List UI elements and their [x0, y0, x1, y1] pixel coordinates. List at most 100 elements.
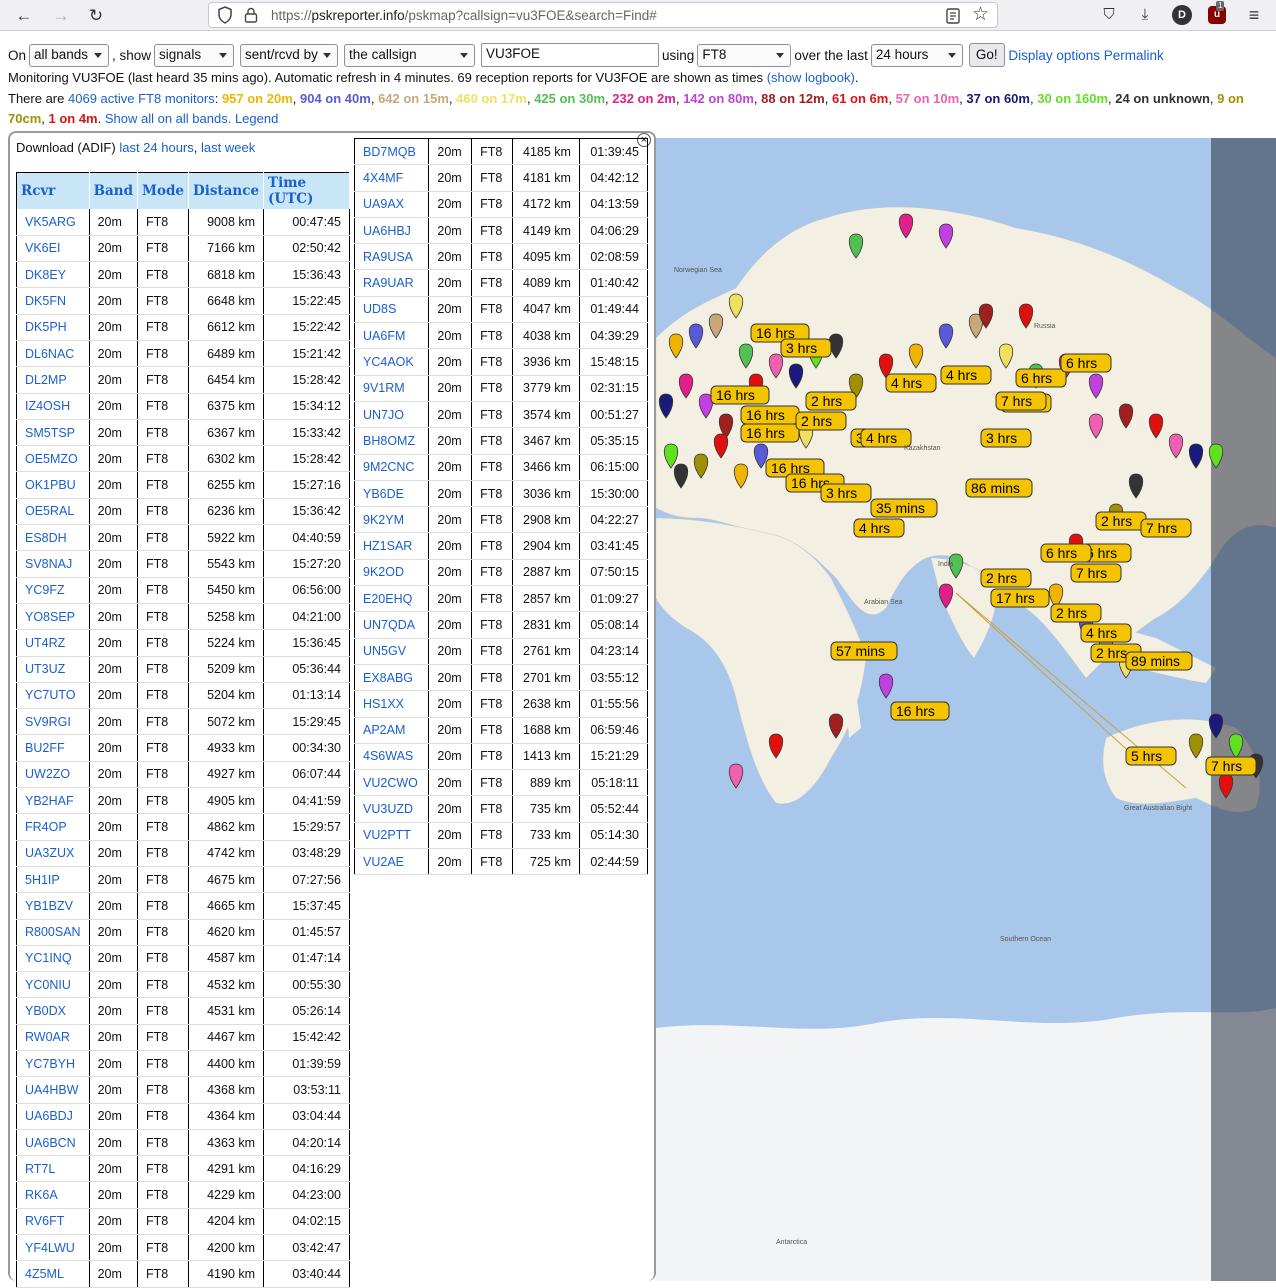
- permalink-link[interactable]: Permalink: [1104, 48, 1164, 63]
- period-select[interactable]: 24 hours: [870, 43, 963, 67]
- rcvr-callsign-link[interactable]: AP2AM: [363, 723, 405, 737]
- time-label[interactable]: 2 hrs: [795, 411, 847, 431]
- rcvr-callsign-link[interactable]: VU2PTT: [363, 828, 411, 842]
- time-label[interactable]: 16 hrs: [740, 405, 800, 425]
- col-rcvr[interactable]: Rcvr: [16, 172, 90, 209]
- rcvr-callsign-link[interactable]: IZ4OSH: [25, 399, 70, 413]
- rcvr-callsign-link[interactable]: UN7QDA: [363, 618, 415, 632]
- rcvr-callsign-link[interactable]: YC7BYH: [25, 1057, 75, 1071]
- time-label[interactable]: 17 hrs: [990, 588, 1050, 608]
- rcvr-callsign-link[interactable]: OE5MZO: [25, 452, 78, 466]
- rcvr-callsign-link[interactable]: UT3UZ: [25, 662, 65, 676]
- rcvr-callsign-link[interactable]: VU3UZD: [363, 802, 413, 816]
- rcvr-callsign-link[interactable]: UA9AX: [363, 197, 404, 211]
- time-label[interactable]: 5 hrs: [1125, 746, 1177, 766]
- time-label[interactable]: 6 hrs: [1040, 543, 1092, 563]
- reader-view-icon[interactable]: [945, 7, 961, 25]
- time-label[interactable]: 7 hrs: [995, 391, 1047, 411]
- rcvr-callsign-link[interactable]: E20EHQ: [363, 592, 412, 606]
- profile-avatar[interactable]: D: [1172, 5, 1192, 25]
- direction-select[interactable]: sent/rcvd by: [240, 43, 339, 67]
- who-select[interactable]: the callsign: [344, 43, 476, 67]
- rcvr-callsign-link[interactable]: UW2ZO: [25, 767, 70, 781]
- rcvr-callsign-link[interactable]: YC7UTO: [25, 688, 75, 702]
- time-label[interactable]: 7 hrs: [1140, 518, 1192, 538]
- time-label[interactable]: 4 hrs: [940, 365, 992, 385]
- time-label[interactable]: 2 hrs: [1095, 511, 1147, 531]
- rcvr-callsign-link[interactable]: UN7JO: [363, 408, 404, 422]
- rcvr-callsign-link[interactable]: OK1PBU: [25, 478, 76, 492]
- time-label[interactable]: 3 hrs: [980, 428, 1032, 448]
- rcvr-callsign-link[interactable]: OE5RAL: [25, 504, 74, 518]
- mode-select[interactable]: FT8: [697, 43, 792, 67]
- rcvr-callsign-link[interactable]: BU2FF: [25, 741, 65, 755]
- col-band[interactable]: Band: [89, 172, 139, 209]
- rcvr-callsign-link[interactable]: VU2AE: [363, 855, 404, 869]
- bands-select[interactable]: all bands: [29, 43, 110, 67]
- col-distance[interactable]: Distance: [188, 172, 265, 209]
- show-all-bands-link[interactable]: Show all on all bands.: [105, 111, 231, 126]
- rcvr-callsign-link[interactable]: YC1INQ: [25, 951, 72, 965]
- rcvr-callsign-link[interactable]: DK8EY: [25, 268, 66, 282]
- rcvr-callsign-link[interactable]: UA6BCN: [25, 1136, 76, 1150]
- rcvr-callsign-link[interactable]: RA9USA: [363, 250, 413, 264]
- time-label[interactable]: 2 hrs: [1050, 603, 1102, 623]
- rcvr-callsign-link[interactable]: YC4AOK: [363, 355, 414, 369]
- forward-arrow-icon[interactable]: →: [50, 5, 72, 27]
- rcvr-callsign-link[interactable]: RV6FT: [25, 1214, 64, 1228]
- show-logbook-link[interactable]: (show logbook): [767, 70, 855, 85]
- time-label[interactable]: 2 hrs: [805, 391, 857, 411]
- rcvr-callsign-link[interactable]: 5H1IP: [25, 873, 60, 887]
- rcvr-callsign-link[interactable]: SM5TSP: [25, 426, 75, 440]
- download-last-24-link[interactable]: last 24 hours: [119, 140, 193, 155]
- rcvr-callsign-link[interactable]: UA3ZUX: [25, 846, 74, 860]
- time-label[interactable]: 4 hrs: [853, 518, 905, 538]
- download-icon[interactable]: ⤓: [1135, 5, 1155, 25]
- rcvr-callsign-link[interactable]: DL2MP: [25, 373, 67, 387]
- time-label[interactable]: 35 mins: [870, 498, 938, 518]
- back-arrow-icon[interactable]: ←: [13, 5, 35, 27]
- rcvr-callsign-link[interactable]: UA6FM: [363, 329, 405, 343]
- time-label[interactable]: 57 mins: [830, 641, 898, 661]
- time-label[interactable]: 3 hrs: [820, 483, 872, 503]
- rcvr-callsign-link[interactable]: 9K2YM: [363, 513, 404, 527]
- rcvr-callsign-link[interactable]: RK6A: [25, 1188, 58, 1202]
- rcvr-callsign-link[interactable]: YC0NIU: [25, 978, 71, 992]
- callsign-input[interactable]: VU3FOE: [481, 43, 660, 67]
- time-label[interactable]: 86 mins: [965, 478, 1033, 498]
- pocket-icon[interactable]: ⛉: [1099, 5, 1119, 25]
- rcvr-callsign-link[interactable]: 9K2OD: [363, 565, 404, 579]
- rcvr-callsign-link[interactable]: 4Z5ML: [25, 1267, 64, 1281]
- time-label[interactable]: 7 hrs: [1205, 756, 1257, 776]
- time-label[interactable]: 7 hrs: [1070, 563, 1122, 583]
- rcvr-callsign-link[interactable]: UN5GV: [363, 644, 406, 658]
- rcvr-callsign-link[interactable]: R800SAN: [25, 925, 81, 939]
- time-label[interactable]: 89 mins: [1125, 651, 1193, 671]
- rcvr-callsign-link[interactable]: BD7MQB: [363, 145, 416, 159]
- rcvr-callsign-link[interactable]: VK5ARG: [25, 215, 76, 229]
- station-pin[interactable]: [878, 673, 894, 699]
- time-label[interactable]: 4 hrs: [1080, 623, 1132, 643]
- time-label[interactable]: 6 hrs: [1015, 368, 1067, 388]
- menu-hamburger-icon[interactable]: ≡: [1244, 5, 1264, 25]
- rcvr-callsign-link[interactable]: RW0AR: [25, 1030, 70, 1044]
- time-label[interactable]: 6 hrs: [1060, 353, 1112, 373]
- station-pin[interactable]: [728, 763, 744, 789]
- reload-icon[interactable]: ↻: [85, 5, 107, 27]
- bookmark-star-icon[interactable]: ☆: [972, 5, 989, 25]
- rcvr-callsign-link[interactable]: 4X4MF: [363, 171, 403, 185]
- time-label[interactable]: 4 hrs: [885, 373, 937, 393]
- active-monitors-link[interactable]: 4069 active FT8 monitors: [68, 91, 215, 106]
- rcvr-callsign-link[interactable]: UA6BDJ: [25, 1109, 73, 1123]
- rcvr-callsign-link[interactable]: VK6EI: [25, 241, 60, 255]
- rcvr-callsign-link[interactable]: EX8ABG: [363, 671, 413, 685]
- rcvr-callsign-link[interactable]: UA4HBW: [25, 1083, 78, 1097]
- show-select[interactable]: signals: [154, 43, 235, 67]
- rcvr-callsign-link[interactable]: SV8NAJ: [25, 557, 72, 571]
- address-bar[interactable]: https://pskreporter.info/pskmap?callsign…: [208, 2, 998, 28]
- rcvr-callsign-link[interactable]: UA6HBJ: [363, 224, 411, 238]
- rcvr-callsign-link[interactable]: YF4LWU: [25, 1241, 75, 1255]
- rcvr-callsign-link[interactable]: DK5FN: [25, 294, 66, 308]
- rcvr-callsign-link[interactable]: FR4OP: [25, 820, 67, 834]
- rcvr-callsign-link[interactable]: BH8OMZ: [363, 434, 415, 448]
